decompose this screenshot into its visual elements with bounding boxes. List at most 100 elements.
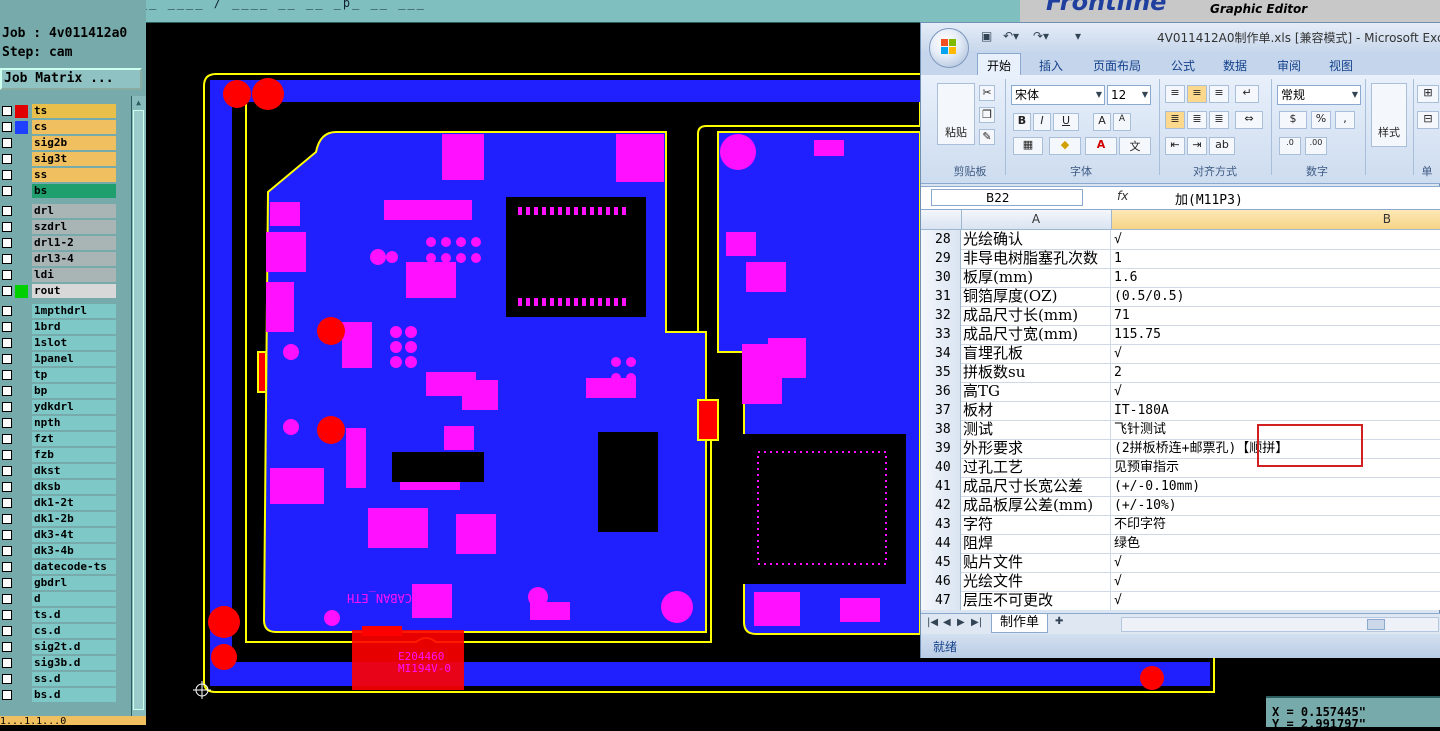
layer-checkbox[interactable] [2,370,12,380]
cell-a[interactable]: 贴片文件 [961,553,1111,572]
phonetic-icon[interactable]: 文 [1119,137,1151,155]
table-row[interactable]: 37 板材 IT-180A [921,401,1440,421]
layer-checkbox[interactable] [2,578,12,588]
cell-a[interactable]: 成品尺寸长宽公差 [961,477,1111,496]
layer-name[interactable]: fzb [32,448,116,462]
layer-row[interactable]: dk1-2b [0,511,118,527]
layer-row[interactable]: drl [0,203,118,219]
layer-name[interactable]: dk1-2b [32,512,116,526]
table-row[interactable]: 29 非导电树脂塞孔次数 1 [921,249,1440,269]
row-number[interactable]: 44 [921,534,961,553]
layer-checkbox[interactable] [2,674,12,684]
cell-b[interactable]: (0.5/0.5) [1112,287,1184,306]
layer-name[interactable]: dkst [32,464,116,478]
layer-name[interactable]: bp [32,384,116,398]
cell-a[interactable]: 光绘确认 [961,230,1111,249]
first-sheet-icon[interactable]: |◀ [927,617,938,628]
layer-checkbox[interactable] [2,498,12,508]
customize-qat-icon[interactable]: ▾ [1075,29,1081,43]
increase-decimal-icon[interactable]: .0 [1279,137,1301,155]
tab-insert[interactable]: 插入 [1039,57,1063,74]
layer-row[interactable]: dk3-4t [0,527,118,543]
layer-name[interactable]: sig2b [32,136,116,150]
cell-b[interactable]: 绿色 [1112,534,1140,553]
font-name-combo[interactable]: 宋体 ▼ [1011,85,1105,105]
layer-name[interactable]: sig2t.d [32,640,116,654]
row-number[interactable]: 43 [921,515,961,534]
row-number[interactable]: 36 [921,382,961,401]
cell-a[interactable]: 盲埋孔板 [961,344,1111,363]
row-number[interactable]: 31 [921,287,961,306]
prev-sheet-icon[interactable]: ◀ [943,617,951,628]
column-b-header[interactable]: B [1112,210,1440,229]
table-row[interactable]: 41 成品尺寸长宽公差 (+/-0.10mm) [921,477,1440,497]
layer-scroll-thumb[interactable] [133,110,144,710]
cut-icon[interactable]: ✂ [979,85,995,101]
layer-row[interactable]: ts [0,103,118,119]
layer-row[interactable]: drl3-4 [0,251,118,267]
table-row[interactable]: 43 字符 不印字符 [921,515,1440,535]
layer-row[interactable]: 1brd [0,319,118,335]
align-center-icon[interactable]: ≣ [1187,111,1207,129]
layer-checkbox[interactable] [2,610,12,620]
layer-checkbox[interactable] [2,482,12,492]
layer-row[interactable]: gbdrl [0,575,118,591]
layer-row[interactable]: dk3-4b [0,543,118,559]
layer-name[interactable]: szdrl [32,220,116,234]
layer-row[interactable]: drl1-2 [0,235,118,251]
tab-page-layout[interactable]: 页面布局 [1093,57,1141,74]
table-row[interactable]: 32 成品尺寸长(mm) 71 [921,306,1440,326]
layer-checkbox[interactable] [2,270,12,280]
table-row[interactable]: 36 高TG √ [921,382,1440,402]
sheet-grid[interactable]: 28 光绘确认 √ 29 非导电树脂塞孔次数 1 30 板厚(mm) 1.6 31 铜箔厚度(OZ)… [921,230,1440,610]
cell-a[interactable]: 外形要求 [961,439,1111,458]
formula-input[interactable]: 加(M11P3) [1175,189,1243,208]
layer-row[interactable]: 1slot [0,335,118,351]
increase-indent-icon[interactable]: ⇥ [1187,137,1207,155]
layer-checkbox[interactable] [2,418,12,428]
layer-row[interactable]: ss.d [0,671,118,687]
decrease-indent-icon[interactable]: ⇤ [1165,137,1185,155]
cell-a[interactable]: 层压不可更改 [961,591,1111,610]
delete-cells-icon[interactable]: ⊟ [1417,111,1439,129]
layer-name[interactable]: fzt [32,432,116,446]
layer-checkbox[interactable] [2,154,12,164]
layer-checkbox[interactable] [2,138,12,148]
cell-a[interactable]: 光绘文件 [961,572,1111,591]
underline-icon[interactable]: U [1053,113,1079,131]
layer-row[interactable]: ydkdrl [0,399,118,415]
tab-review[interactable]: 审阅 [1277,57,1301,74]
layer-row[interactable]: cs [0,119,118,135]
cell-b[interactable]: √ [1112,344,1122,363]
layer-checkbox[interactable] [2,106,12,116]
row-number[interactable]: 38 [921,420,961,439]
layer-row[interactable]: sig3t [0,151,118,167]
layer-row[interactable]: sig3b.d [0,655,118,671]
layer-checkbox[interactable] [2,286,12,296]
layer-row[interactable]: fzt [0,431,118,447]
layer-name[interactable]: cs.d [32,624,116,638]
insert-function-icon[interactable]: fx [1117,189,1128,203]
layer-checkbox[interactable] [2,354,12,364]
layer-row[interactable]: bp [0,383,118,399]
cell-b[interactable]: √ [1112,382,1122,401]
select-all-corner[interactable] [921,210,962,229]
cell-b[interactable]: IT-180A [1112,401,1169,420]
layer-name[interactable]: datecode-ts [32,560,116,574]
layer-checkbox[interactable] [2,562,12,572]
cell-b[interactable]: √ [1112,230,1122,249]
layer-checkbox[interactable] [2,222,12,232]
layer-checkbox[interactable] [2,546,12,556]
layer-name[interactable]: 1slot [32,336,116,350]
grow-font-icon[interactable]: A [1093,113,1111,131]
layer-row[interactable]: datecode-ts [0,559,118,575]
layer-checkbox[interactable] [2,338,12,348]
cell-b[interactable]: 见预审指示 [1112,458,1179,477]
layer-row[interactable]: szdrl [0,219,118,235]
cell-b[interactable]: 1.6 [1112,268,1137,287]
undo-icon[interactable]: ↶▾ [1003,29,1019,43]
number-format-combo[interactable]: 常规 ▼ [1277,85,1361,105]
currency-icon[interactable]: $ [1279,111,1307,129]
row-number[interactable]: 30 [921,268,961,287]
layer-checkbox[interactable] [2,322,12,332]
